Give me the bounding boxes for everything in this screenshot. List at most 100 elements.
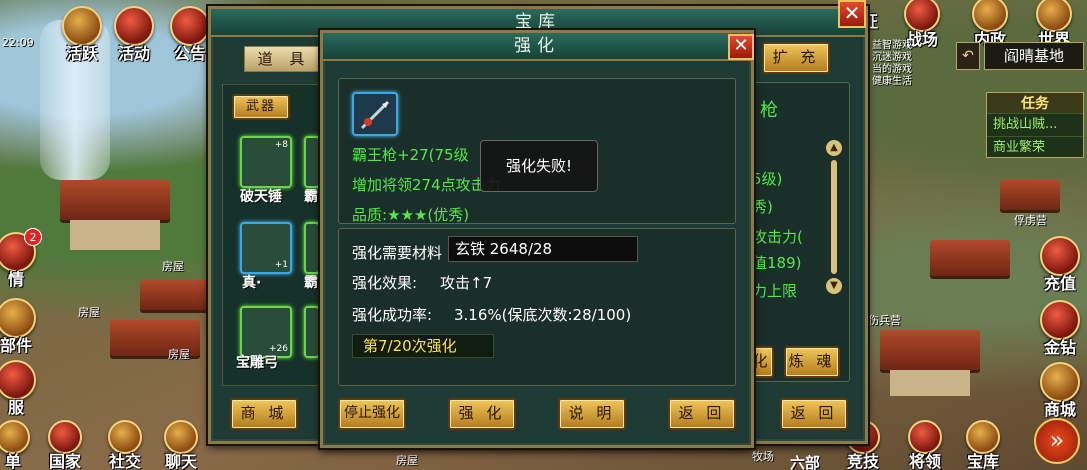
weapon-filter-tab[interactable]: 武器 [232,94,290,120]
treasury-button[interactable]: 宝库 [966,420,1000,470]
building-wall [70,220,160,250]
gonggao-label: 公告 [173,44,206,63]
enhance-count: 第7/20次强化 [352,334,494,358]
spear-icon [352,92,398,136]
material-label: 强化需要材料 [352,244,443,262]
bottom-button-guojia[interactable]: 国家 [48,420,82,470]
side-label: 部件 [0,336,32,355]
notice-line: 健康生活 [872,76,912,87]
treasury-close-icon[interactable]: ✕ [838,0,866,28]
item-name: 真· [242,275,262,291]
task-item[interactable]: 商业繁荣 [987,136,1083,159]
quality-label: 品质: [352,206,388,224]
notice-line: 益智游戏 [872,40,912,51]
enhance-fail-toast: 强化失败! [480,140,598,192]
effect-label: 强化效果: [352,274,418,292]
explain-button[interactable]: 说 明 [558,398,626,430]
rate-value: 3.16%(保底次数:28/100) [454,306,632,324]
task-panel: 任务 挑战山贼... 商业繁荣 [986,92,1084,158]
side-button-bujian[interactable]: 部件 [0,298,36,356]
building-wall [890,370,970,396]
map-label: 六部 [790,454,821,470]
health-notice: 益智游戏 沉迷游戏 当的游戏 健康生活 [872,40,942,88]
map-label: 牧场 [752,450,774,463]
tab-items[interactable]: 道 具 [244,46,324,72]
item-name: 宝雕弓 [236,355,278,371]
bottom-label: 国家 [48,452,81,470]
effect-value: 攻击↑7 [440,274,493,292]
detail-text: 5级) [752,170,783,188]
bottom-label: 聊天 [164,452,197,470]
place-tag: 房屋 [396,454,418,467]
location-name[interactable]: 阎晴基地 [984,42,1084,70]
item-title: 霸王枪+27(75级 [352,146,469,164]
place-tag: 房屋 [162,260,184,273]
scroll-up-icon[interactable]: ▲ [826,140,842,156]
item-slot[interactable] [304,136,320,188]
building-roof [140,280,210,310]
spear-icon [360,100,390,130]
scrollbar[interactable] [831,160,837,274]
side-button-qing[interactable]: 2 情 [0,228,42,290]
place-tag: 房屋 [168,348,190,361]
back-arrow-icon[interactable]: ↶ [956,42,980,70]
side-label: 服 [7,398,24,417]
bottom-label: 将领 [908,452,941,470]
place-tag: 房屋 [78,306,100,319]
huoyue-button[interactable]: 活跃 [62,6,102,64]
gonggao-button[interactable]: 公告 [170,6,210,64]
treasury-back-button[interactable]: 返 回 [780,398,848,430]
item-slot[interactable]: +26 [240,306,292,358]
tab-items-label: 道 具 [257,50,311,68]
recharge-button[interactable]: 充值 [1040,236,1080,294]
enhance-close-icon[interactable]: ✕ [728,34,754,60]
store-button[interactable]: 商城 [1040,362,1080,420]
notice-line: 当的游戏 [872,64,912,75]
side-label: 充值 [1043,274,1076,293]
bottom-label: 单 [4,452,21,470]
bottom-label: 竞技 [846,452,879,470]
stop-enhance-button[interactable]: 停止强化 [338,398,406,430]
task-item[interactable]: 挑战山贼... [987,113,1083,136]
item-name: 霸 [304,275,318,291]
expand-arrow-icon[interactable]: » [1034,418,1080,464]
map-label: 伤兵营 [868,314,901,327]
rate-label: 强化成功率: [352,306,433,324]
task-title[interactable]: 任务 [987,93,1083,113]
detail-text: 攻击力( [752,228,803,246]
bottom-button-shejiao[interactable]: 社交 [108,420,142,470]
building-roof [880,330,980,370]
gold-diamond-button[interactable]: 金钻 [1040,300,1080,358]
item-slot[interactable] [304,306,320,358]
location-bar: ↶ 阎晴基地 [956,42,1084,70]
huoyue-label: 活跃 [65,44,98,63]
scroll-down-icon[interactable]: ▼ [826,278,842,294]
item-slot[interactable]: +1 [240,222,292,274]
huodong-button[interactable]: 活动 [114,6,154,64]
side-label: 商城 [1043,400,1076,419]
material-tooltip: 玄铁 2648/28 [448,236,638,262]
detail-text: 值189) [752,254,802,272]
enhance-back-button[interactable]: 返 回 [668,398,736,430]
building-roof [60,180,170,220]
shop-button[interactable]: 商 城 [230,398,298,430]
refine-soul-button[interactable]: 炼 魂 [784,346,840,378]
item-name: 霸 [304,189,318,205]
side-label: 情 [7,270,24,289]
bottom-label: 宝库 [966,452,999,470]
map-label: 俘虏营 [1014,214,1047,227]
detail-text: 力上限 [752,282,798,300]
item-slot[interactable]: +8 [240,136,292,188]
item-level: +8 [274,140,288,150]
side-button-fu[interactable]: 服 [0,360,36,418]
enhance-button[interactable]: 强 化 [448,398,516,430]
bottom-button-dan[interactable]: 单 [0,420,30,470]
detail-text: 枪 [760,100,778,121]
bottom-button-liaotian[interactable]: 聊天 [164,420,198,470]
item-slot[interactable] [304,222,320,274]
clock-time: 22:09 [2,36,34,49]
item-effect: 增加将领274点攻击力 [352,176,501,194]
quality-text: (优秀) [427,206,470,224]
generals-button[interactable]: 将领 [908,420,942,470]
expand-button[interactable]: 扩 充 [762,42,830,74]
